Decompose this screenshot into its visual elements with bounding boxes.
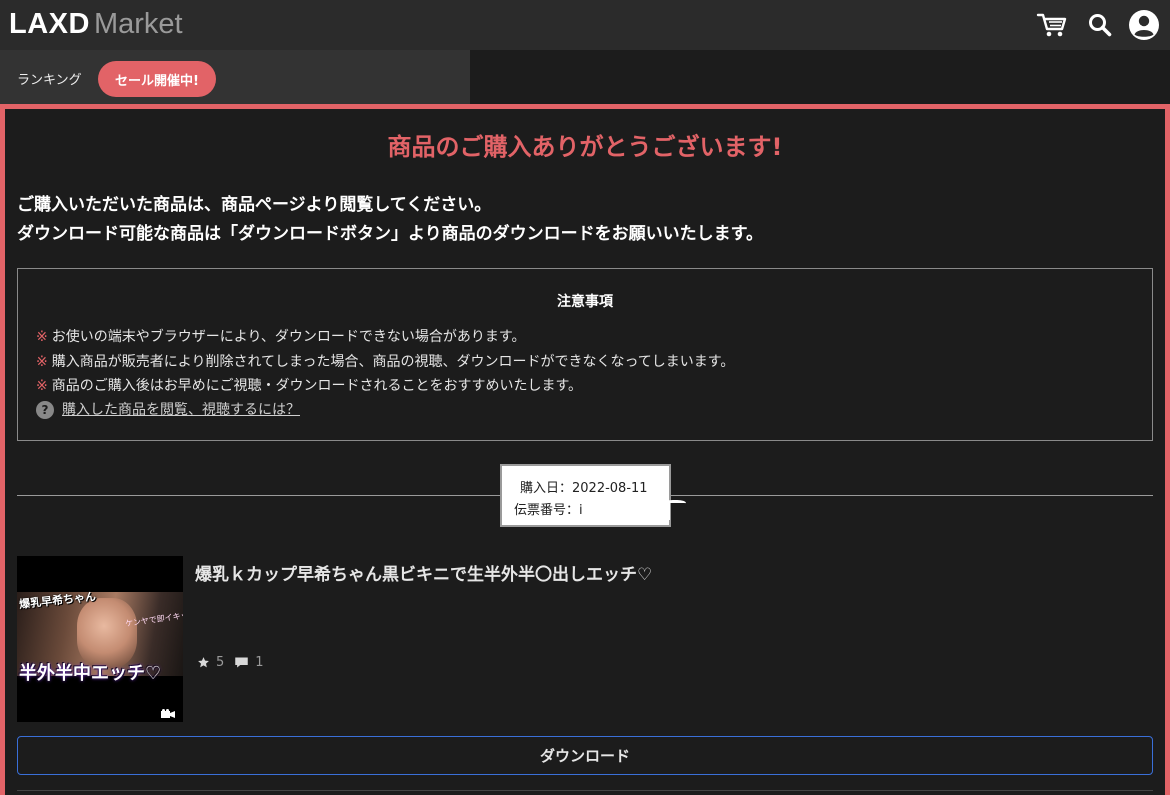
comment-icon: [235, 657, 249, 668]
instruction-line-2: ダウンロード可能な商品は「ダウンロードボタン」より商品のダウンロードをお願いいた…: [17, 224, 763, 244]
product-title[interactable]: 爆乳ｋカップ早希ちゃん黒ビキニで生半外半〇出しエッチ♡: [195, 560, 652, 585]
help-icon: ?: [36, 401, 54, 419]
rating-count: 5: [216, 655, 225, 670]
notice-text: 商品のご購入後はお早めにご視聴・ダウンロードされることをおすすめいたします。: [51, 378, 583, 394]
purchase-date-value: 2022-08-11: [572, 481, 648, 496]
comment-count: 1: [255, 655, 264, 670]
comment-stat: 1: [234, 655, 264, 670]
video-camera-icon: [161, 704, 175, 718]
notice-mark: ※: [36, 354, 48, 370]
logo-light-text: Market: [93, 8, 183, 40]
help-row: ? 購入した商品を閲覧、視聴するには？: [36, 399, 300, 419]
product-stats: 5 1: [197, 655, 274, 670]
account-icon[interactable]: [1128, 9, 1160, 41]
site-logo[interactable]: LAXD Market: [9, 6, 183, 42]
thumbnail-figure: [77, 598, 137, 668]
sub-navigation: ランキング: [0, 50, 470, 104]
notice-title: 注意事項: [557, 294, 613, 310]
logo-bold-text: LAXD: [9, 8, 90, 40]
purchase-date: 購入日：2022-08-11: [520, 477, 648, 496]
invoice-number: 伝票番号：i: [514, 499, 583, 518]
notice-box: 注意事項 ※ お使いの端末やブラウザーにより、ダウンロードできない場合があります。…: [17, 268, 1153, 441]
ranking-link[interactable]: ランキング: [17, 69, 82, 88]
notice-item: ※ 商品のご購入後はお早めにご視聴・ダウンロードされることをおすすめいたします。: [36, 375, 582, 395]
top-header: LAXD Market: [0, 0, 1170, 50]
help-link[interactable]: 購入した商品を閲覧、視聴するには？: [62, 402, 300, 418]
notice-mark: ※: [36, 329, 48, 345]
product-thumbnail[interactable]: 爆乳早希ちゃん ケンヤで即イキッ 半外半中エッチ♡: [17, 556, 183, 722]
sale-button[interactable]: セール開催中!: [98, 61, 216, 97]
subnav-spacer: [470, 50, 1170, 104]
download-button[interactable]: ダウンロード: [17, 736, 1153, 775]
thumbnail-caption-bottom: 半外半中エッチ♡: [19, 663, 162, 684]
invoice-label: 伝票番号：: [514, 503, 580, 518]
notice-item: ※ お使いの端末やブラウザーにより、ダウンロードできない場合があります。: [36, 326, 526, 346]
search-icon[interactable]: [1084, 9, 1116, 41]
notice-text: お使いの端末やブラウザーにより、ダウンロードできない場合があります。: [51, 329, 526, 345]
thanks-heading: 商品のご購入ありがとうございます!: [387, 133, 783, 161]
notice-text: 購入商品が販売者により削除されてしまった場合、商品の視聴、ダウンロードができなく…: [51, 354, 735, 370]
purchase-date-label: 購入日：: [520, 481, 573, 496]
star-icon: [198, 657, 209, 668]
notice-mark: ※: [36, 378, 48, 394]
instruction-line-1: ご購入いただいた商品は、商品ページより閲覧してください。: [17, 195, 492, 215]
notice-item: ※ 購入商品が販売者により削除されてしまった場合、商品の視聴、ダウンロードができな…: [36, 351, 734, 371]
rating-stat: 5: [197, 655, 224, 670]
bottom-divider: [17, 790, 1153, 791]
redaction-mark: [590, 502, 670, 520]
cart-icon[interactable]: [1036, 9, 1068, 41]
redaction-smudge: [664, 500, 686, 508]
invoice-value: i: [579, 503, 583, 518]
